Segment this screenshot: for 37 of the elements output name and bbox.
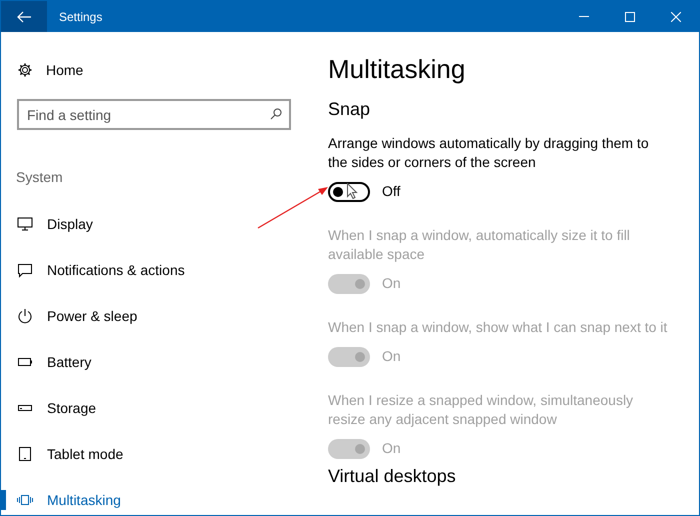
window-title: Settings (59, 8, 102, 26)
section-heading: Snap (328, 98, 372, 121)
setting-description: When I snap a window, show what I can snap next to it (328, 318, 668, 337)
minimize-icon (579, 16, 589, 17)
sidebar-item[interactable]: Storage (1, 385, 306, 431)
toggle-state-label: On (382, 274, 401, 293)
sidebar-item[interactable]: Notifications & actions (1, 247, 306, 293)
section-heading: Virtual desktops (328, 465, 457, 487)
sidebar-item[interactable]: Multitasking (1, 477, 306, 516)
toggle-state-label: Off (382, 182, 400, 201)
back-arrow-icon (17, 10, 31, 22)
toggle-state-label: On (382, 439, 401, 458)
setting-description: When I resize a snapped window, simultaneously resize any adjacent snapped window (328, 391, 634, 429)
close-icon (671, 12, 681, 22)
mouse-cursor-icon (347, 182, 358, 198)
section-heading: System (16, 168, 64, 187)
search-icon (270, 108, 282, 120)
toggle-state-label: On (382, 347, 401, 366)
setting-description: Arrange windows automatically by dragging them to the sides or corners of the screen (328, 134, 650, 172)
sidebar-item[interactable]: Tablet mode (1, 431, 306, 477)
speech-bubble-icon (17, 262, 33, 278)
sidebar-item[interactable]: Battery (1, 339, 306, 385)
sidebar-item[interactable]: Display (1, 201, 306, 247)
tablet-icon (17, 446, 33, 462)
search-field[interactable]: Find a setting (17, 99, 291, 130)
monitor-icon (17, 216, 33, 232)
windows-stack-icon (17, 492, 33, 508)
annotation-arrow (257, 185, 329, 229)
power-icon (17, 308, 33, 324)
sidebar-item[interactable]: Power & sleep (1, 293, 306, 339)
toggle-switch[interactable] (328, 182, 370, 202)
home-link[interactable]: Home (17, 58, 306, 82)
gear-icon (17, 62, 33, 78)
page-title: Multitasking (328, 53, 466, 86)
back-button[interactable] (1, 1, 47, 32)
maximize-icon (625, 12, 635, 22)
setting-description: When I snap a window, automatically size it to fill available space (328, 226, 631, 264)
